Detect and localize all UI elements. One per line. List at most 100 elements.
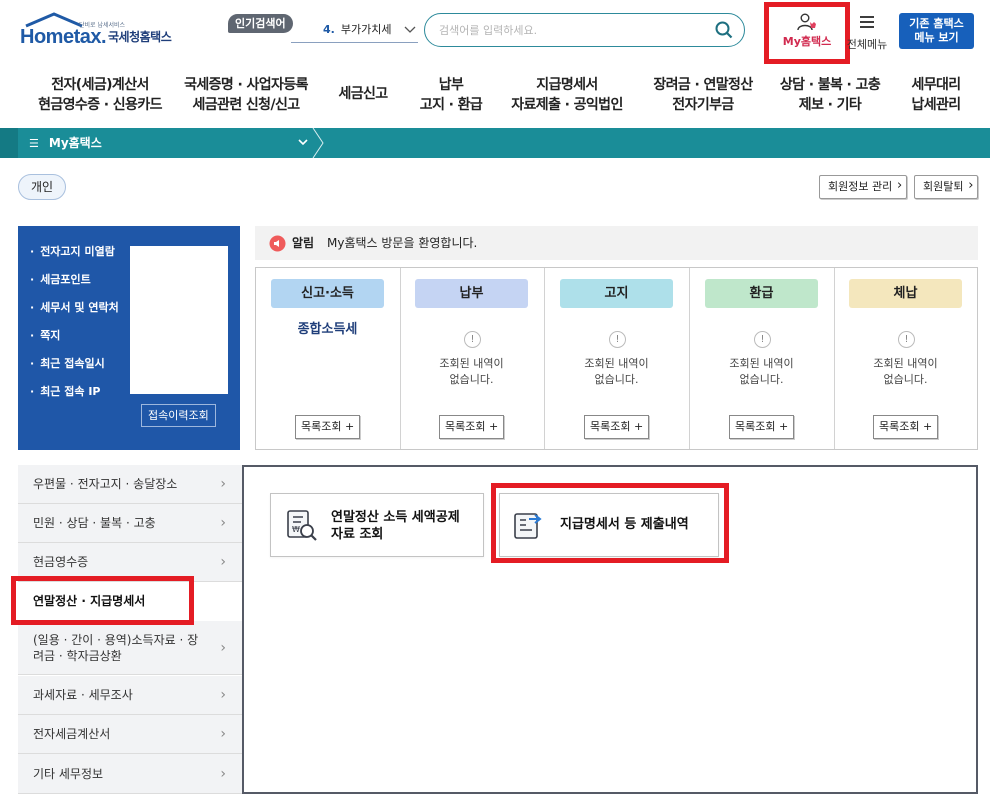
gnb-item-line2: 전자기부금 (672, 97, 734, 113)
popular-keyword-select[interactable]: 4. 부가가치세 (291, 19, 418, 43)
member-withdraw-button[interactable]: 회원탈퇴 (914, 175, 979, 199)
info-circle-icon: ! (464, 331, 481, 348)
breadcrumb-separator-icon (312, 128, 324, 158)
info-item-tax-points[interactable]: 세금포인트 (30, 270, 119, 298)
hometax-logo[interactable]: Hometax. 단비로 납세서비스 국세청홈택스 (18, 12, 188, 48)
gnb-item-line1: 전자(세금)계산서 (51, 77, 149, 93)
notice-message: My홈택스 방문을 환영합니다. (327, 236, 478, 250)
my-hometax-label: My홈택스 (782, 35, 832, 48)
menu-item-label: 전자세금계산서 (33, 727, 111, 741)
menu-item-income-data[interactable]: (일용 · 간이 · 용역)소득자료 · 장려금 · 학자금상환 › (18, 621, 244, 675)
info-circle-icon: ! (898, 331, 915, 348)
location-dropdown[interactable]: ☰ My홈택스 (18, 128, 322, 158)
user-icon (797, 13, 816, 31)
document-search-icon: ₩ (287, 510, 317, 541)
global-navigation: 전자(세금)계산서 현금영수증 · 신용카드 국세증명 · 사업자등록세금관련 신… (0, 72, 990, 120)
category-filing: 신고·소득 종합소득세 목록조회 + (256, 268, 401, 449)
highlight-box (491, 483, 729, 563)
empty-message: 조회된 내역이 없습니다. (873, 357, 938, 386)
menu-item-label: (일용 · 간이 · 용역)소득자료 · 장려금 · 학자금상환 (33, 632, 199, 663)
gnb-item-payment[interactable]: 납부 고지 · 환급 (412, 75, 490, 115)
list-view-button[interactable]: 목록조회 + (584, 415, 650, 439)
all-menu-button[interactable]: 전체메뉴 (844, 14, 890, 52)
gnb-item-payment-statement[interactable]: 지급명세서 자료제출 · 공익법인 (502, 75, 632, 115)
gnb-item-line2: 고지 · 환급 (419, 97, 483, 113)
category-head[interactable]: 체납 (849, 279, 962, 308)
gnb-item-year-end[interactable]: 장려금 · 연말정산 전자기부금 (644, 75, 762, 115)
menu-item-label: 현금영수증 (33, 555, 89, 569)
old-hometax-menu-button[interactable]: 기존 홈택스 메뉴 보기 (899, 13, 974, 49)
gnb-item-line2: 세금관련 신청/신고 (192, 97, 300, 113)
gnb-item-line1: 세금신고 (338, 86, 388, 102)
hamburger-menu-icon (860, 16, 874, 28)
category-head[interactable]: 납부 (415, 279, 528, 308)
search-input[interactable] (439, 22, 709, 38)
gnb-item-tax-agent[interactable]: 세무대리 납세관리 (898, 75, 974, 115)
category-notice: 고지 ! 조회된 내역이 없습니다. 목록조회 + (545, 268, 690, 449)
card-label: 연말정산 소득 세액공제 자료 조회 (331, 509, 460, 543)
category-refund: 환급 ! 조회된 내역이 없습니다. 목록조회 + (690, 268, 835, 449)
menu-item-civil[interactable]: 민원 · 상담 · 불복 · 고충 › (18, 504, 244, 543)
all-menu-label: 전체메뉴 (846, 38, 888, 51)
location-bar: ☰ My홈택스 (0, 128, 990, 158)
logo-org-name: 국세청홈택스 (108, 30, 172, 44)
member-info-manage-button[interactable]: 회원정보 관리 (819, 175, 908, 199)
info-item-last-login: 최근 접속일시 (30, 354, 119, 382)
svg-text:₩: ₩ (292, 525, 300, 534)
list-view-button[interactable]: 목록조회 + (439, 415, 505, 439)
info-item-tax-office[interactable]: 세무서 및 연락처 (30, 298, 119, 326)
gnb-item-line1: 국세증명 · 사업자등록 (184, 77, 308, 93)
keyword-rank: 4. (323, 23, 335, 36)
card-label-line2: 자료 조회 (331, 527, 384, 542)
old-hometax-line2: 메뉴 보기 (914, 31, 959, 44)
location-bar-edge (0, 128, 18, 158)
my-hometax-button[interactable]: My홈택스 (764, 2, 850, 64)
chevron-right-icon: › (220, 687, 226, 703)
info-item-last-ip: 최근 접속 IP (30, 382, 119, 410)
info-item-messages[interactable]: 쪽지 (30, 326, 119, 354)
chevron-right-icon: › (220, 554, 226, 570)
notice-bar: 알림 My홈택스 방문을 환영합니다. (255, 226, 978, 260)
search-icon[interactable] (715, 21, 733, 39)
menu-item-e-tax-invoice[interactable]: 전자세금계산서 › (18, 715, 244, 754)
category-link[interactable]: 종합소득세 (256, 318, 399, 337)
list-view-button[interactable]: 목록조회 + (873, 415, 939, 439)
gnb-item-e-invoice[interactable]: 전자(세금)계산서 현금영수증 · 신용카드 (30, 75, 170, 115)
gnb-item-tax-return[interactable]: 세금신고 (330, 84, 396, 104)
list-icon: ☰ (29, 137, 39, 150)
info-item-unread-notice[interactable]: 전자고지 미열람 (30, 242, 119, 270)
chevron-right-icon: › (220, 726, 226, 742)
chevron-down-icon (298, 139, 308, 146)
keyword-text: 부가가치세 (340, 23, 392, 36)
empty-message: 조회된 내역이 없습니다. (729, 357, 794, 386)
category-payment: 납부 ! 조회된 내역이 없습니다. 목록조회 + (400, 268, 545, 449)
chevron-right-icon: › (220, 515, 226, 531)
list-view-button[interactable]: 목록조회 + (729, 415, 795, 439)
info-circle-icon: ! (754, 331, 771, 348)
menu-item-label: 민원 · 상담 · 불복 · 고충 (33, 516, 156, 530)
chevron-right-icon: › (220, 639, 226, 656)
highlight-box (11, 576, 194, 625)
access-history-button[interactable]: 접속이력조회 (141, 404, 216, 427)
year-end-deduction-lookup-card[interactable]: ₩ 연말정산 소득 세액공제 자료 조회 (270, 493, 484, 557)
list-view-button[interactable]: 목록조회 + (295, 415, 361, 439)
category-head[interactable]: 신고·소득 (271, 279, 384, 308)
category-head[interactable]: 고지 (560, 279, 673, 308)
user-type-tab[interactable]: 개인 (18, 174, 66, 200)
category-head[interactable]: 환급 (705, 279, 818, 308)
menu-item-other-info[interactable]: 기타 세무정보 › (18, 754, 244, 794)
menu-item-mail[interactable]: 우편물 · 전자고지 · 송달장소 › (18, 465, 244, 504)
empty-message: 조회된 내역이 없습니다. (584, 357, 649, 386)
megaphone-icon (269, 235, 286, 252)
summary-categories: 신고·소득 종합소득세 목록조회 + 납부 ! 조회된 내역이 없습니다. 목록조… (255, 267, 978, 450)
chevron-right-icon: › (220, 476, 226, 492)
empty-message: 조회된 내역이 없습니다. (439, 357, 504, 386)
menu-item-tax-audit[interactable]: 과세자료 · 세무조사 › (18, 676, 244, 715)
gnb-item-certificate[interactable]: 국세증명 · 사업자등록세금관련 신청/신고 (176, 75, 316, 115)
info-list: 전자고지 미열람 세금포인트 세무서 및 연락처 쪽지 최근 접속일시 최근 접… (30, 242, 119, 410)
gnb-item-line2: 자료제출 · 공익법인 (511, 97, 623, 113)
user-info-box: 전자고지 미열람 세금포인트 세무서 및 연락처 쪽지 최근 접속일시 최근 접… (18, 226, 240, 450)
menu-item-label: 우편물 · 전자고지 · 송달장소 (33, 477, 178, 491)
gnb-item-consult[interactable]: 상담 · 불복 · 고충 제보 · 기타 (772, 75, 888, 115)
menu-item-label: 기타 세무정보 (33, 766, 104, 781)
